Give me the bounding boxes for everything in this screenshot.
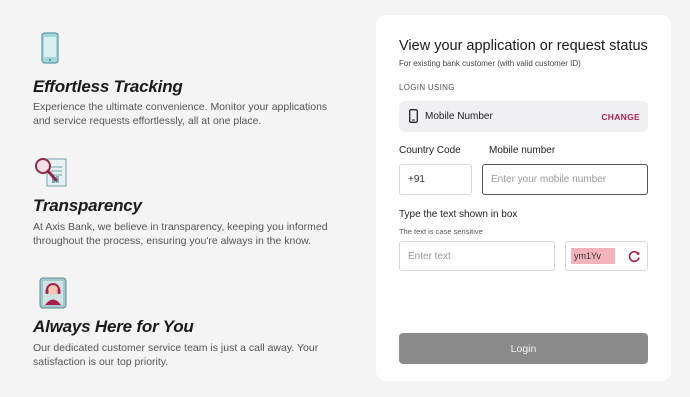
form-subtitle: For existing bank customer (with valid c… <box>399 59 581 68</box>
customer-support-icon <box>39 277 67 314</box>
form-title: View your application or request status <box>399 38 648 54</box>
captcha-hint: The text is case sensitive <box>399 227 483 236</box>
country-code-field[interactable]: +91 <box>399 164 472 195</box>
captcha-placeholder: Enter text <box>408 250 451 262</box>
captcha-code: ym1Yv <box>571 248 615 264</box>
login-method-selector: Mobile Number CHANGE <box>399 101 648 132</box>
feature-title: Effortless Tracking <box>33 77 183 96</box>
change-method-button[interactable]: CHANGE <box>601 112 640 122</box>
feature-title: Always Here for You <box>33 317 194 336</box>
magnifier-document-icon <box>33 156 69 195</box>
mobile-number-label: Mobile number <box>489 145 556 156</box>
captcha-label: Type the text shown in box <box>399 209 518 220</box>
phone-icon <box>41 32 59 69</box>
status-check-card: View your application or request status … <box>376 15 671 381</box>
feature-description: At Axis Bank, we believe in transparency… <box>33 221 328 247</box>
mobile-phone-icon <box>409 109 418 128</box>
feature-title: Transparency <box>33 196 142 215</box>
feature-description: Experience the ultimate convenience. Mon… <box>33 101 328 127</box>
login-button[interactable]: Login <box>399 333 648 364</box>
captcha-input[interactable]: Enter text <box>399 241 555 271</box>
login-using-label: LOGIN USING <box>399 83 455 92</box>
country-code-value: +91 <box>408 174 425 185</box>
country-code-label: Country Code <box>399 145 461 156</box>
captcha-box: ym1Yv <box>565 241 648 271</box>
refresh-icon[interactable] <box>628 250 641 268</box>
mobile-number-placeholder: Enter your mobile number <box>491 174 607 185</box>
mobile-number-input[interactable]: Enter your mobile number <box>482 164 648 195</box>
feature-description: Our dedicated customer service team is j… <box>33 342 319 368</box>
login-method-label: Mobile Number <box>425 111 493 122</box>
